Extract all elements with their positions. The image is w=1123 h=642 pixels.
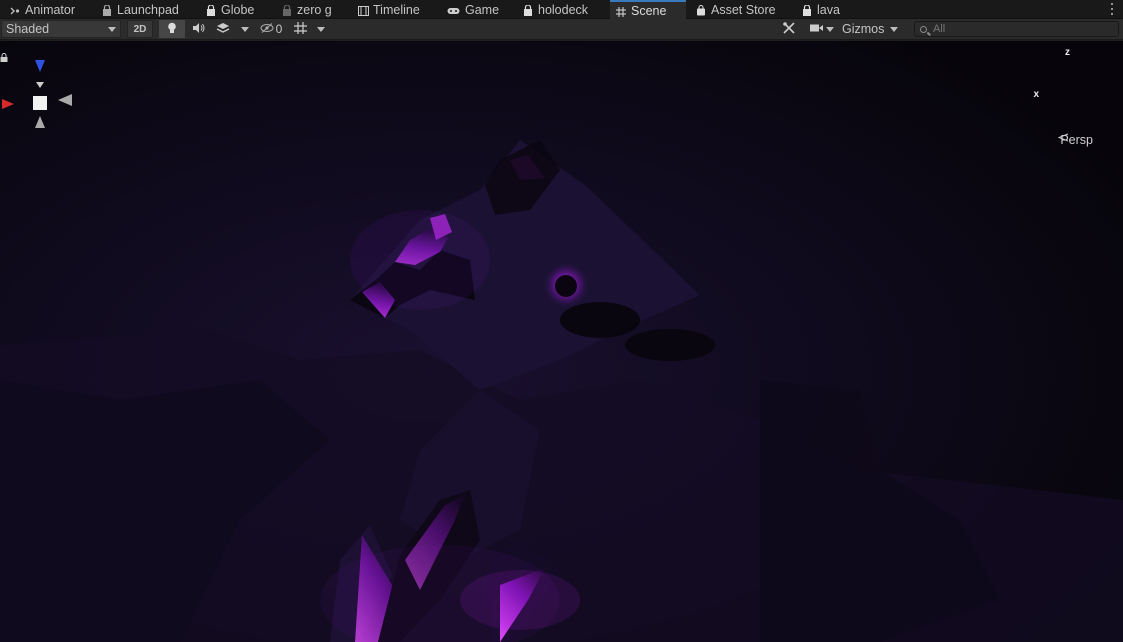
chevron-down-icon bbox=[826, 26, 834, 32]
tab-label: holodeck bbox=[538, 2, 589, 17]
gizmos-label: Gizmos bbox=[842, 22, 885, 36]
prefab-lock-icon bbox=[802, 3, 812, 16]
tab-globe[interactable]: Globe bbox=[200, 0, 260, 19]
tab-scene[interactable]: Scene bbox=[610, 0, 686, 19]
prefab-lock-icon bbox=[102, 3, 112, 16]
axis-z-cone[interactable] bbox=[35, 60, 45, 72]
scene-grid-icon bbox=[616, 6, 626, 17]
scene-visibility-toggle[interactable]: 0 bbox=[257, 20, 285, 38]
tab-label: Timeline bbox=[373, 2, 420, 17]
gamepad-icon bbox=[447, 5, 460, 15]
search-input[interactable] bbox=[933, 23, 1118, 35]
tab-label: Launchpad bbox=[117, 2, 179, 17]
grid-icon bbox=[293, 21, 307, 37]
tab-label: Globe bbox=[221, 2, 255, 17]
tab-label: lava bbox=[817, 2, 840, 17]
effects-dropdown-button[interactable] bbox=[238, 20, 252, 38]
search-icon bbox=[920, 26, 927, 33]
audio-toggle-button[interactable] bbox=[188, 20, 208, 38]
prefab-lock-icon bbox=[523, 3, 533, 16]
lightbulb-icon bbox=[167, 22, 177, 37]
axis-y-cone[interactable] bbox=[36, 82, 44, 88]
tab-options-kebab-icon[interactable] bbox=[1107, 2, 1117, 16]
tab-timeline[interactable]: Timeline bbox=[352, 0, 426, 19]
tab-lava[interactable]: lava bbox=[796, 0, 846, 19]
grid-dropdown-button[interactable] bbox=[314, 20, 328, 38]
tab-label: Scene bbox=[631, 3, 667, 18]
toggle-2d-button[interactable]: 2D bbox=[127, 20, 153, 38]
draw-mode-value: Shaded bbox=[6, 22, 50, 36]
axis-x-label: x bbox=[1033, 89, 1039, 100]
grid-toggle-button[interactable] bbox=[290, 20, 310, 38]
scene-viewport[interactable]: z x Persp bbox=[0, 41, 1123, 642]
tab-asset-store[interactable]: Asset Store bbox=[690, 0, 782, 19]
chevron-down-icon bbox=[317, 26, 325, 32]
tab-label: Game bbox=[465, 2, 500, 17]
chevron-down-icon bbox=[108, 26, 116, 32]
prefab-lock-icon bbox=[206, 3, 216, 16]
tab-label: zero g bbox=[297, 2, 332, 17]
shopping-bag-icon bbox=[696, 4, 706, 15]
effects-toggle-button[interactable] bbox=[212, 20, 234, 38]
camera-icon bbox=[810, 22, 823, 36]
tab-label: Asset Store bbox=[711, 2, 776, 17]
tab-game[interactable]: Game bbox=[441, 0, 505, 19]
timeline-icon bbox=[358, 5, 369, 16]
tab-label: Animator bbox=[25, 2, 76, 17]
lighting-toggle-button[interactable] bbox=[159, 20, 185, 38]
projection-toggle[interactable]: Persp bbox=[1058, 133, 1093, 147]
tab-holodeck[interactable]: holodeck bbox=[517, 0, 594, 19]
axis-neg-x-cone[interactable] bbox=[58, 94, 72, 106]
scene-render bbox=[0, 41, 1123, 642]
editor-tab-bar: Animator Launchpad Globe zero g Timeline… bbox=[0, 0, 1123, 19]
tools-wrench-icon bbox=[783, 21, 795, 37]
draw-mode-dropdown[interactable]: Shaded bbox=[1, 20, 121, 38]
prefab-lock-icon bbox=[282, 3, 292, 16]
tools-toggle-button[interactable] bbox=[778, 20, 800, 38]
axis-z-label: z bbox=[1065, 47, 1070, 58]
lock-icon[interactable] bbox=[0, 53, 8, 62]
eye-slash-icon bbox=[260, 22, 274, 36]
gizmos-dropdown[interactable]: Gizmos bbox=[840, 20, 906, 38]
axis-x-cone[interactable] bbox=[2, 99, 14, 109]
hidden-objects-count: 0 bbox=[275, 22, 283, 36]
gizmo-center-cube[interactable] bbox=[33, 96, 47, 110]
tab-zero-g[interactable]: zero g bbox=[276, 0, 338, 19]
chevron-down-icon bbox=[241, 26, 249, 32]
tab-animator[interactable]: Animator bbox=[4, 0, 81, 19]
effects-layers-icon bbox=[216, 22, 230, 37]
axis-neg-y-cone[interactable] bbox=[35, 116, 45, 128]
orientation-gizmo[interactable] bbox=[0, 48, 80, 148]
scene-toolbar: Shaded 2D 0 Gizmos All bbox=[0, 19, 1123, 40]
chevron-down-icon bbox=[890, 26, 899, 32]
camera-settings-button[interactable] bbox=[806, 20, 838, 38]
speaker-icon bbox=[192, 22, 205, 37]
animator-icon bbox=[10, 5, 20, 15]
tab-launchpad[interactable]: Launchpad bbox=[96, 0, 185, 19]
hierarchy-search-field[interactable] bbox=[914, 21, 1119, 37]
